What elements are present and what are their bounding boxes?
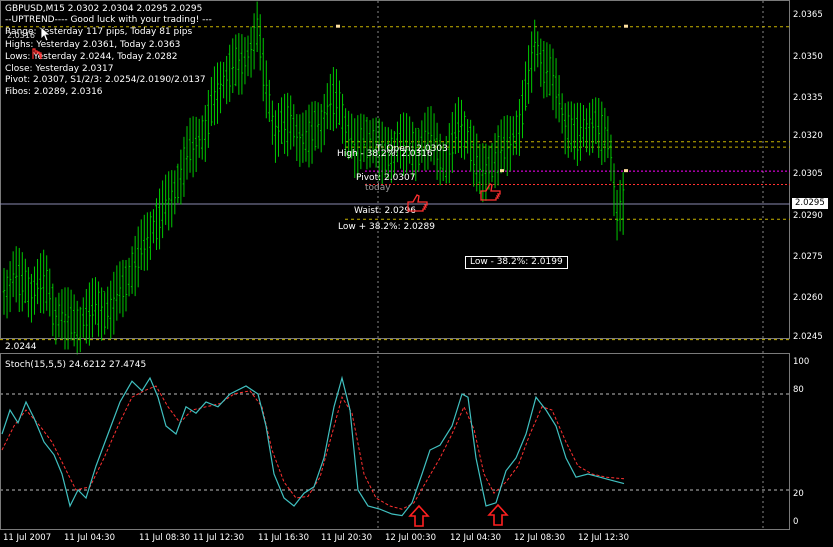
today-label: today: [365, 183, 391, 193]
hand-icon: [32, 48, 42, 60]
high-fib-label: High - 38.2%: 2.0316: [337, 149, 433, 159]
price-tick: 2.0305: [793, 169, 823, 179]
pivot-info: Pivot: 2.0307, S1/2/3: 2.0254/2.0190/2.0…: [5, 75, 206, 85]
thumb-up-icon: [407, 194, 428, 212]
time-tick: 11 Jul 16:30: [258, 533, 309, 543]
arrow-up-icon: [487, 503, 509, 526]
level-marker: [500, 169, 504, 173]
price-tick: 2.0335: [793, 93, 823, 103]
price-tick: 2.0350: [793, 52, 823, 62]
price-tick: 2.0365: [793, 10, 823, 20]
symbol-info: GBPUSD,M15 2.0302 2.0304 2.0295 2.0295: [5, 4, 203, 14]
level-marker: [624, 169, 628, 173]
price-tick: 2.0245: [793, 332, 823, 342]
time-tick: 11 Jul 20:30: [321, 533, 372, 543]
cursor-icon: [40, 26, 52, 42]
thumb-up-icon: [480, 183, 501, 201]
stoch-title: Stoch(15,5,5) 24.6212 27.4745: [5, 360, 147, 370]
price-tick: 2.0260: [793, 293, 823, 303]
stoch-tick: 0: [793, 517, 799, 527]
trend-message: --UPTREND---- Good luck with your tradin…: [5, 15, 212, 25]
time-tick: 11 Jul 08:30: [139, 533, 190, 543]
chart-window[interactable]: GBPUSD,M15 2.0302 2.0304 2.0295 2.0295 -…: [0, 0, 833, 547]
time-tick: 11 Jul 04:30: [64, 533, 115, 543]
time-tick: 11 Jul 12:30: [193, 533, 244, 543]
pivot-label: Pivot: 2.0307: [356, 173, 416, 183]
price-tick: 2.0275: [793, 252, 823, 262]
lowest-price-label: 2.0244: [5, 342, 37, 352]
ghost-overlay-label: 2.0316: [7, 31, 35, 40]
price-tick: 2.0320: [793, 131, 823, 141]
time-tick: 12 Jul 04:30: [450, 533, 501, 543]
close-info: Close: Yesterday 2.0317: [5, 64, 114, 74]
time-tick: 12 Jul 12:30: [578, 533, 629, 543]
current-price-tag: 2.0295: [792, 198, 828, 209]
level-marker: [624, 24, 628, 28]
stoch-tick: 100: [793, 357, 810, 367]
stoch-tick: 80: [793, 385, 804, 395]
stoch-tick: 20: [793, 489, 804, 499]
low-fib-plus-label: Low + 38.2%: 2.0289: [338, 222, 435, 232]
time-tick: 12 Jul 08:30: [514, 533, 565, 543]
time-tick: 12 Jul 00:30: [385, 533, 436, 543]
level-marker: [336, 24, 340, 28]
fibos-info: Fibos: 2.0289, 2.0316: [5, 87, 103, 97]
time-tick: 11 Jul 2007: [3, 533, 52, 543]
arrow-up-icon: [408, 504, 430, 527]
stochastic-panel[interactable]: [0, 353, 790, 530]
price-tick: 2.0290: [793, 211, 823, 221]
low-fib-minus-label[interactable]: Low - 38.2%: 2.0199: [465, 256, 568, 269]
